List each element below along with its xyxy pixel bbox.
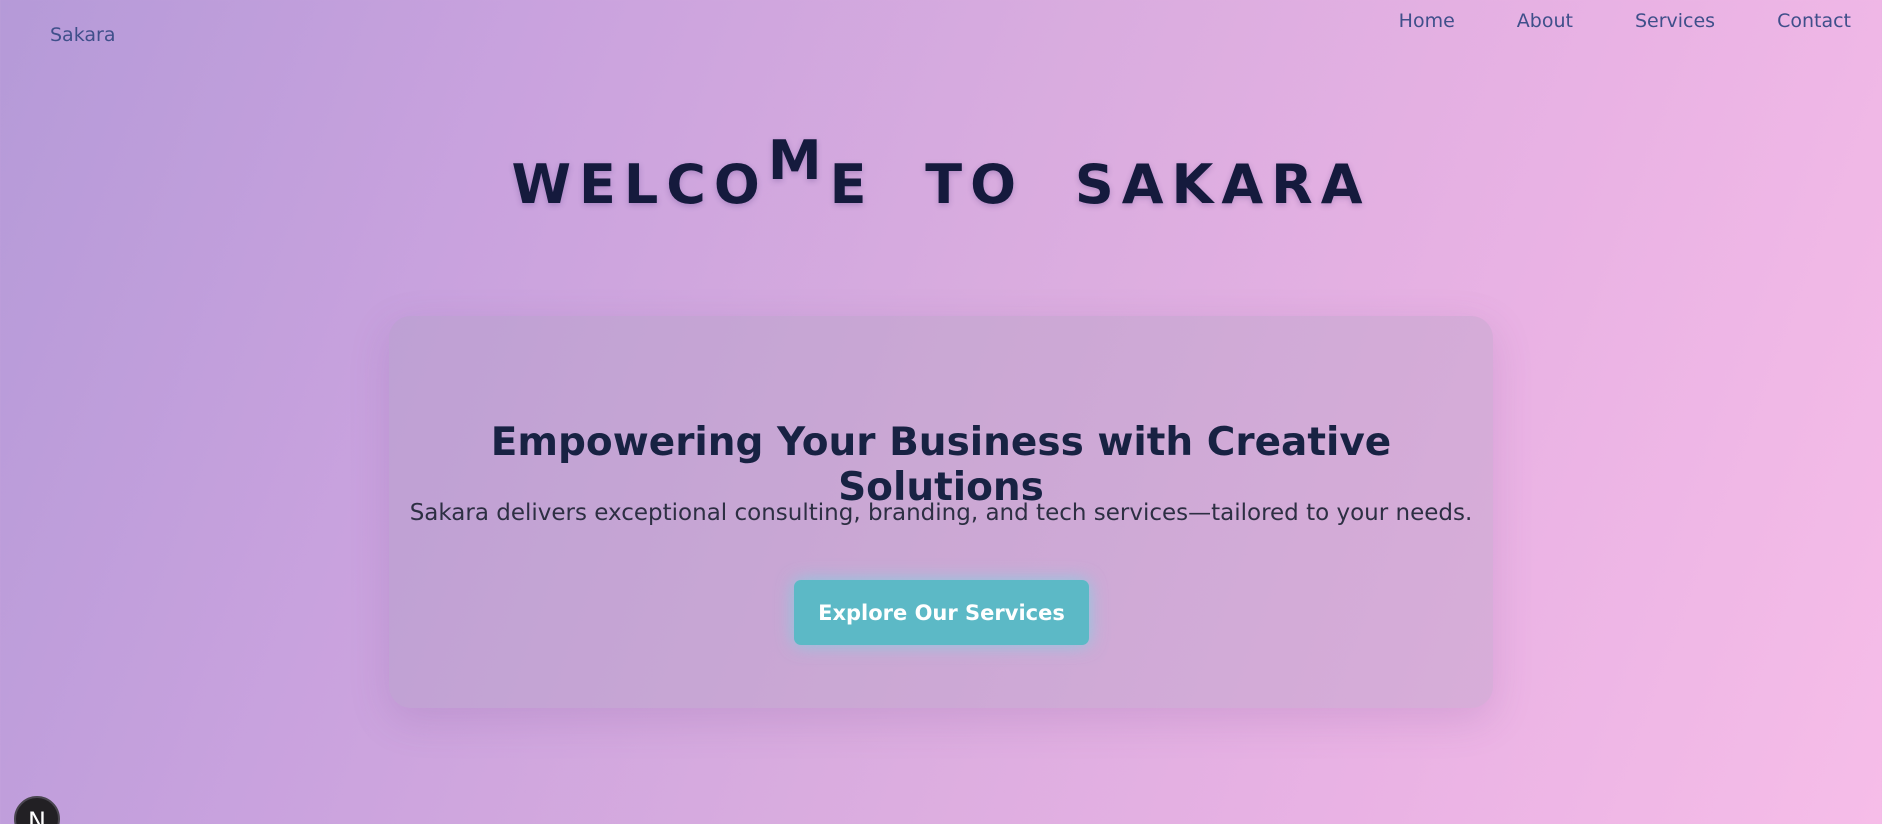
hero-card: Empowering Your Business with Creative S… xyxy=(389,316,1493,708)
hero-title-word-sakara: SAKARA xyxy=(1074,153,1371,216)
card-description: Sakara delivers exceptional consulting, … xyxy=(409,500,1473,526)
hero-title-part2: E xyxy=(829,153,875,216)
hero-title-word-to: TO xyxy=(925,153,1025,216)
hero-title-part1: WELCO xyxy=(511,153,768,216)
n-badge-icon[interactable]: N xyxy=(14,796,60,824)
nav-link-contact[interactable]: Contact xyxy=(1777,10,1851,32)
hero-title: WELCOME TO SAKARA xyxy=(0,134,1882,212)
nav-link-home[interactable]: Home xyxy=(1399,10,1455,32)
hero-title-lifted-letter: M xyxy=(767,129,830,192)
nav-link-services[interactable]: Services xyxy=(1635,10,1715,32)
main-nav: Home About Services Contact xyxy=(1337,10,1851,32)
nav-link-about[interactable]: About xyxy=(1517,10,1573,32)
brand-logo-link[interactable]: Sakara xyxy=(50,24,115,46)
explore-services-button[interactable]: Explore Our Services xyxy=(794,580,1089,645)
card-heading: Empowering Your Business with Creative S… xyxy=(490,420,1392,510)
